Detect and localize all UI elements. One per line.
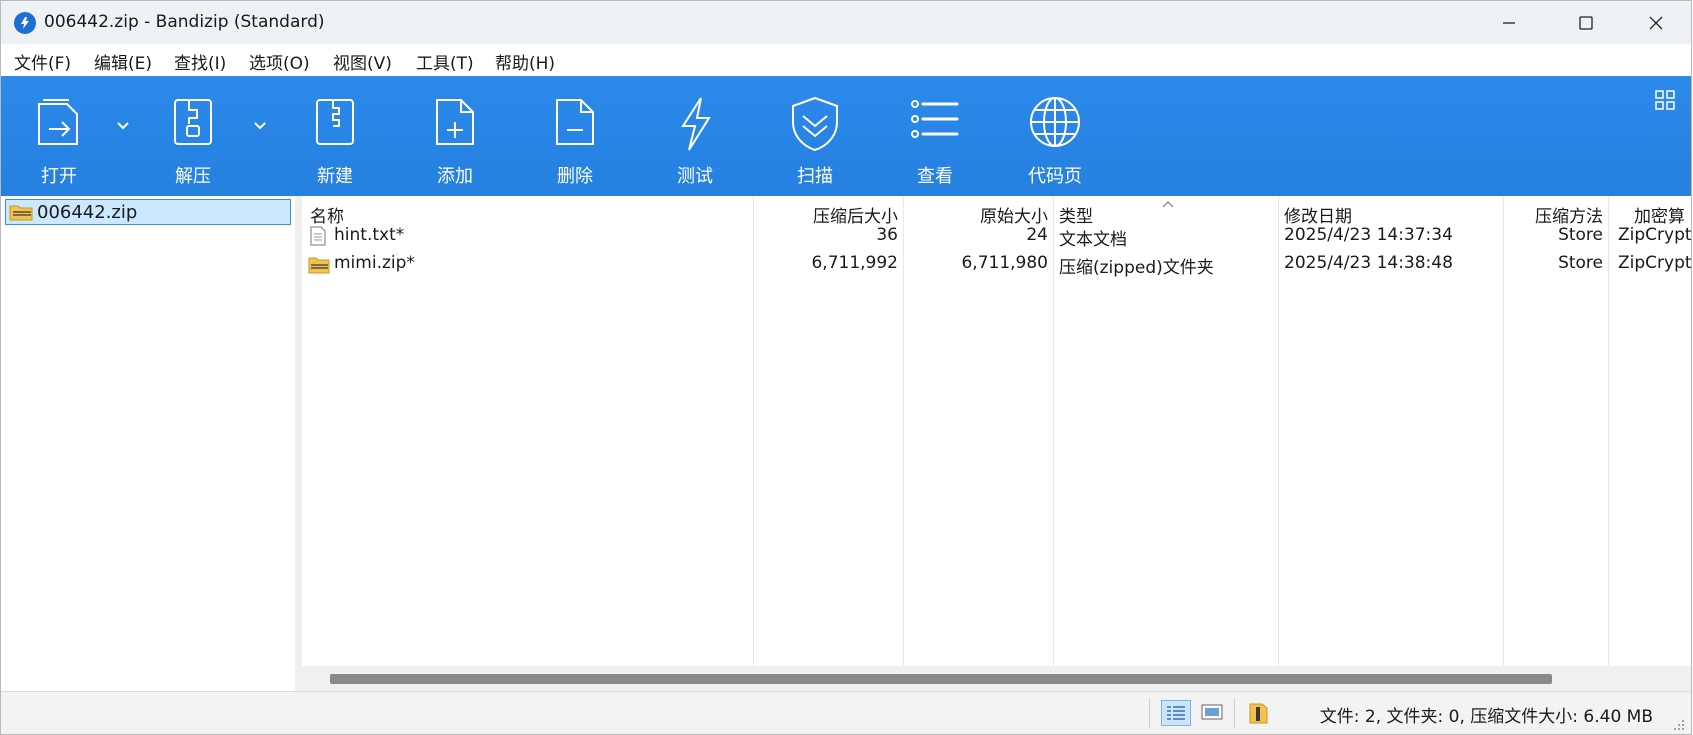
menu-tools[interactable]: 工具(T)	[416, 49, 474, 74]
delete-button[interactable]: 删除	[535, 76, 615, 196]
zip-folder-icon	[9, 205, 33, 221]
test-button[interactable]: 测试	[655, 76, 735, 196]
zip-file-icon	[308, 257, 330, 274]
file-type: 文本文档	[1059, 230, 1127, 250]
menu-edit[interactable]: 编辑(E)	[94, 49, 152, 74]
modified-date: 2025/4/23 14:37:34	[1284, 225, 1453, 245]
original-size: 6,711,980	[961, 253, 1048, 273]
packed-size: 36	[876, 225, 898, 245]
tree-item-archive-root[interactable]: 006442.zip	[5, 199, 291, 225]
status-divider	[1149, 698, 1150, 728]
scan-label: 扫描	[797, 166, 833, 187]
details-view-icon	[1167, 706, 1185, 720]
extract-button[interactable]: 解压	[153, 76, 233, 196]
menu-bar: 文件(F) 编辑(E) 查找(I) 选项(O) 视图(V) 工具(T) 帮助(H…	[1, 44, 1691, 76]
list-icon	[911, 100, 959, 138]
pane-splitter[interactable]	[295, 196, 302, 691]
compression-method: Store	[1558, 253, 1603, 273]
scan-button[interactable]: 扫描	[775, 76, 855, 196]
menu-help[interactable]: 帮助(H)	[495, 49, 555, 74]
menu-find[interactable]: 查找(I)	[174, 49, 226, 74]
file-type: 压缩(zipped)文件夹	[1059, 258, 1214, 278]
open-icon	[38, 99, 78, 145]
window-title: 006442.zip - Bandizip (Standard)	[44, 12, 325, 32]
title-bar: 006442.zip - Bandizip (Standard)	[1, 1, 1691, 44]
add-button[interactable]: 添加	[415, 76, 495, 196]
new-archive-button[interactable]: 新建	[295, 76, 375, 196]
horizontal-scrollbar[interactable]	[302, 666, 1691, 691]
text-file-icon	[310, 226, 326, 246]
menu-view[interactable]: 视图(V)	[333, 49, 392, 74]
globe-icon	[1030, 97, 1080, 147]
delete-file-icon	[556, 99, 594, 145]
layout-grid-icon[interactable]	[1655, 90, 1675, 115]
add-label: 添加	[437, 166, 473, 187]
maximize-button[interactable]	[1551, 1, 1621, 44]
preview-view-button[interactable]	[1201, 702, 1223, 727]
test-label: 测试	[677, 166, 713, 187]
packed-size: 6,711,992	[811, 253, 898, 273]
original-size: 24	[1026, 225, 1048, 245]
extract-dropdown-chevron-icon[interactable]	[253, 116, 267, 136]
bandizip-app-icon	[14, 12, 36, 34]
new-archive-label: 新建	[317, 166, 353, 187]
minimize-button[interactable]	[1474, 1, 1544, 44]
lightning-icon	[681, 97, 711, 151]
main-toolbar: 打开 解压 新建 添加 删除 测试 扫描 查看 代码页	[1, 76, 1691, 196]
open-button[interactable]: 打开	[19, 76, 99, 196]
extract-icon	[174, 99, 212, 145]
view-label: 查看	[917, 166, 953, 187]
modified-date: 2025/4/23 14:38:48	[1284, 253, 1453, 273]
new-archive-icon	[316, 99, 354, 145]
add-file-icon	[436, 99, 474, 145]
file-name: hint.txt*	[334, 225, 405, 245]
compression-method: Store	[1558, 225, 1603, 245]
codepage-label: 代码页	[1028, 166, 1082, 187]
status-divider	[1234, 698, 1235, 728]
table-row[interactable]: hint.txt* 36 24 文本文档 2025/4/23 14:37:34 …	[302, 224, 1692, 250]
status-summary: 文件: 2, 文件夹: 0, 压缩文件大小: 6.40 MB	[1319, 707, 1653, 727]
table-row[interactable]: mimi.zip* 6,711,992 6,711,980 压缩(zipped)…	[302, 252, 1692, 278]
folder-tree: 006442.zip	[1, 196, 296, 691]
encryption: ZipCrypt	[1618, 225, 1692, 245]
open-dropdown-chevron-icon[interactable]	[116, 116, 130, 136]
status-bar: 文件: 2, 文件夹: 0, 压缩文件大小: 6.40 MB	[1, 691, 1691, 734]
bandizip-window: 006442.zip - Bandizip (Standard) 文件(F) 编…	[0, 0, 1692, 735]
codepage-button[interactable]: 代码页	[1015, 76, 1095, 196]
file-name: mimi.zip*	[334, 253, 415, 273]
tree-item-label: 006442.zip	[37, 202, 138, 223]
resize-grip-icon[interactable]	[1673, 719, 1685, 731]
shield-icon	[792, 96, 838, 152]
details-view-button[interactable]	[1161, 700, 1191, 726]
delete-label: 删除	[557, 166, 593, 187]
encryption: ZipCrypt	[1618, 253, 1692, 273]
close-button[interactable]	[1621, 1, 1691, 44]
sort-ascending-icon	[1162, 201, 1174, 208]
menu-options[interactable]: 选项(O)	[249, 49, 310, 74]
view-button[interactable]: 查看	[895, 76, 975, 196]
image-view-icon	[1201, 704, 1223, 720]
archive-info-icon[interactable]	[1248, 701, 1270, 730]
open-label: 打开	[41, 166, 77, 187]
file-list: 名称 压缩后大小 原始大小 类型 修改日期 压缩方法 加密算 hint.txt*…	[302, 196, 1691, 666]
extract-label: 解压	[175, 166, 211, 187]
menu-file[interactable]: 文件(F)	[14, 49, 71, 74]
scrollbar-thumb[interactable]	[330, 674, 1552, 684]
